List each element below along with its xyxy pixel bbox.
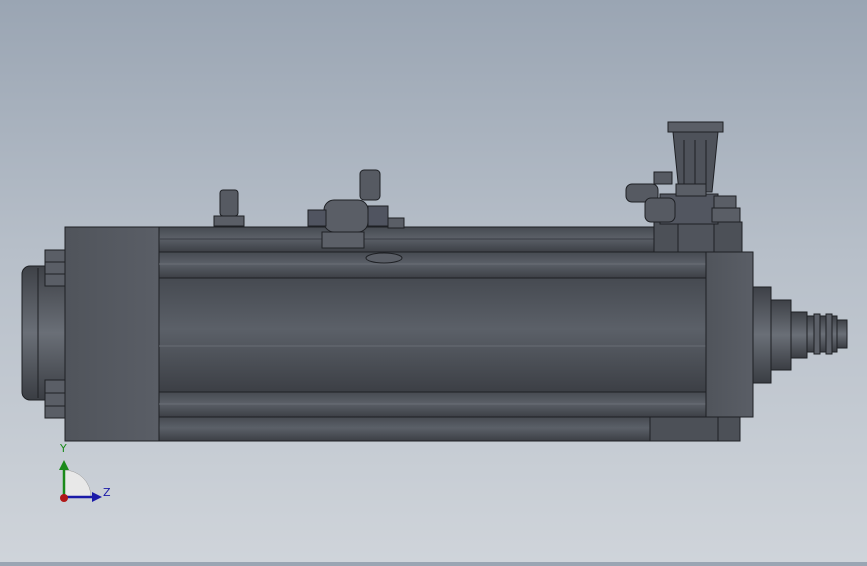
piston-rod-end xyxy=(752,286,848,384)
bottom-tie-rod xyxy=(158,416,655,442)
x-axis-origin xyxy=(60,494,68,502)
y-axis-label: Y xyxy=(60,442,67,455)
upper-tie-rod xyxy=(158,251,708,279)
front-head-block xyxy=(705,251,754,418)
cad-3d-viewport[interactable]: Y Z xyxy=(0,0,867,562)
tie-rod-nut-bottom-left xyxy=(44,379,66,419)
air-fitting-left xyxy=(213,189,245,227)
top-tie-rod xyxy=(158,226,655,253)
y-axis-arrow xyxy=(59,460,69,470)
triad-plane-quadrant xyxy=(63,469,92,498)
cylinder-assembly-model[interactable] xyxy=(0,0,867,562)
view-orientation-triad xyxy=(59,460,102,502)
rear-head-block xyxy=(64,226,160,442)
tie-rod-nut-top-left xyxy=(44,249,66,287)
port-plug xyxy=(365,252,403,264)
lower-tie-rod xyxy=(158,391,708,418)
cylinder-barrel xyxy=(158,277,708,393)
z-axis-label: Z xyxy=(103,486,111,499)
front-mount-bracket xyxy=(649,416,741,442)
z-axis-arrow xyxy=(92,492,102,502)
